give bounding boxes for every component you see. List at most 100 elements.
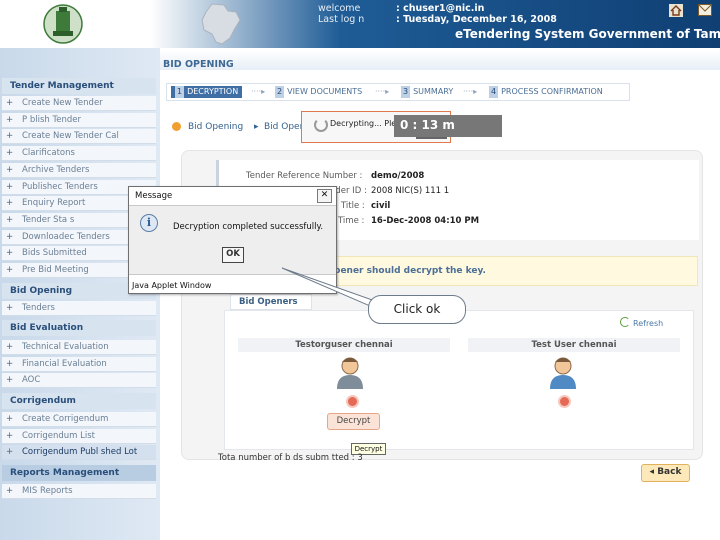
- tender-ref-value: demo/2008: [371, 171, 425, 181]
- sidebar-item-label: Pre Bid Meeting: [22, 265, 89, 275]
- sidebar-item-label: Publishec Tenders: [22, 182, 98, 192]
- home-icon[interactable]: [669, 4, 683, 17]
- tamil-nadu-emblem-logo: [43, 4, 83, 44]
- sidebar-item-label: Create New Tender: [22, 98, 103, 108]
- applet-window-label: Java Applet Window: [132, 281, 212, 290]
- tender-time-value: 16-Dec-2008 04:10 PM: [371, 216, 480, 226]
- step-arrow-icon: ····▸: [375, 87, 390, 96]
- dialog-close-button[interactable]: ✕: [317, 189, 332, 203]
- dialog-footer: Java Applet Window: [129, 274, 336, 293]
- sidebar-item-label: MIS Reports: [22, 486, 73, 496]
- sidebar-item-label: Clarificatons: [22, 148, 75, 158]
- page-title: BID OPENING: [163, 59, 234, 70]
- sidebar-item[interactable]: + Technical Evaluation: [2, 340, 156, 355]
- sidebar-section-heading[interactable]: Tender Management: [2, 78, 156, 94]
- step-number: 1: [175, 86, 185, 98]
- opener-name-2: Test User chennai: [468, 338, 680, 352]
- decryption-timer: 0 : 13 m: [394, 115, 502, 137]
- sidebar-section-heading[interactable]: Reports Management: [2, 465, 156, 481]
- last-login-label: Last log n: [318, 14, 365, 25]
- sidebar-item[interactable]: + Financial Evaluation: [2, 357, 156, 372]
- sidebar-item[interactable]: + P blish Tender: [2, 113, 156, 128]
- step-arrow-icon: ····▸: [463, 87, 478, 96]
- sidebar-item-label: Bids Submitted: [22, 248, 87, 258]
- sidebar-item-label: Corrigendum List: [22, 431, 95, 441]
- sidebar-item[interactable]: + Archive Tenders: [2, 163, 156, 178]
- total-bids-submitted: Tota number of b ds subm tted : 3: [218, 453, 363, 463]
- sidebar-item-label: Downloadec Tenders: [22, 232, 110, 242]
- info-icon: i: [140, 214, 158, 232]
- user-avatar-icon: [550, 357, 576, 389]
- step-view-documents[interactable]: 2 VIEW DOCUMENTS: [271, 86, 367, 98]
- sidebar-item[interactable]: + Create Corrigendum: [2, 412, 156, 427]
- tender-title-value: civil: [371, 201, 391, 211]
- sidebar-section-heading[interactable]: Corrigendum: [2, 393, 156, 409]
- tender-time-label: Time :: [338, 216, 365, 226]
- sidebar-item-label: Enquiry Report: [22, 198, 86, 208]
- tender-ref-label: Tender Reference Number :: [246, 171, 363, 181]
- step-number: 3: [401, 86, 411, 98]
- sidebar-item[interactable]: + Corrigendum Publ shed Lot: [2, 445, 156, 460]
- message-dialog: Message ✕ i Decryption completed success…: [128, 186, 337, 294]
- status-pending-icon: [560, 397, 569, 406]
- step-number: 4: [489, 86, 499, 98]
- plus-icon: +: [6, 98, 14, 108]
- plus-icon: +: [6, 148, 14, 158]
- sidebar-section-heading[interactable]: Bid Evaluation: [2, 320, 156, 336]
- plus-icon: +: [6, 232, 14, 242]
- last-login-value: : Tuesday, December 16, 2008: [396, 14, 557, 25]
- step-number: 2: [275, 86, 285, 98]
- step-label: PROCESS CONFIRMATION: [501, 87, 603, 96]
- sidebar-item-label: Tenders: [22, 303, 55, 313]
- refresh-icon: [620, 317, 630, 327]
- step-label: DECRYPTION: [187, 87, 239, 96]
- sidebar-item[interactable]: + AOC: [2, 373, 156, 388]
- system-title: eTendering System Government of Tamil Na: [455, 27, 720, 41]
- sidebar-item[interactable]: + Create New Tender: [2, 96, 156, 111]
- sidebar-item[interactable]: + Create New Tender Cal: [2, 129, 156, 144]
- mail-icon[interactable]: [698, 4, 712, 16]
- status-pending-icon: [348, 397, 357, 406]
- tab-bid-openers[interactable]: Bid Openers: [230, 294, 312, 310]
- dialog-titlebar: Message ✕: [129, 187, 336, 206]
- spinner-icon: [314, 118, 328, 132]
- welcome-label: welcome: [318, 3, 361, 14]
- timer-value: 0 : 13 m: [400, 118, 455, 132]
- plus-icon: +: [6, 165, 14, 175]
- sidebar-item-label: Create Corrigendum: [22, 414, 109, 424]
- step-decryption[interactable]: 1 DECRYPTION: [171, 86, 243, 98]
- refresh-link[interactable]: Refresh: [620, 317, 663, 328]
- plus-icon: +: [6, 486, 14, 496]
- sidebar-item[interactable]: + Tenders: [2, 301, 156, 316]
- back-button[interactable]: ◂ Back: [641, 464, 690, 482]
- instruction-callout: Click ok: [368, 295, 466, 324]
- step-label: SUMMARY: [413, 87, 454, 96]
- bid-openers-panel: [224, 310, 694, 450]
- sidebar-item[interactable]: + Clarificatons: [2, 146, 156, 161]
- sidebar-item-label: Archive Tenders: [22, 165, 90, 175]
- breadcrumb-separator-icon: ▸: [254, 122, 259, 132]
- sidebar-item-label: P blish Tender: [22, 115, 81, 125]
- sidebar-item-label: AOC: [22, 375, 41, 385]
- breadcrumb-bid-opening[interactable]: Bid Opening: [188, 122, 243, 132]
- plus-icon: +: [6, 431, 14, 441]
- breadcrumb-bullet-icon: [172, 122, 181, 131]
- sidebar-item[interactable]: + Corrigendum List: [2, 429, 156, 444]
- page-heading-bar: [160, 50, 720, 70]
- sidebar-item-label: Financial Evaluation: [22, 359, 107, 369]
- plus-icon: +: [6, 447, 14, 457]
- page-header: welcome : chuser1@nic.in Last log n : Tu…: [0, 0, 720, 48]
- decrypt-button[interactable]: Decrypt: [327, 413, 380, 430]
- plus-icon: +: [6, 215, 14, 225]
- step-process-confirmation[interactable]: 4 PROCESS CONFIRMATION: [485, 86, 607, 98]
- step-progress-bar: 1 DECRYPTION ····▸ 2 VIEW DOCUMENTS ····▸ …: [166, 83, 630, 101]
- sidebar-item-label: Corrigendum Publ shed Lot: [22, 447, 138, 457]
- sidebar-item[interactable]: + MIS Reports: [2, 484, 156, 499]
- step-summary[interactable]: 3 SUMMARY: [397, 86, 458, 98]
- dialog-title: Message: [135, 191, 173, 201]
- ok-button[interactable]: OK: [222, 247, 244, 263]
- plus-icon: +: [6, 342, 14, 352]
- plus-icon: +: [6, 375, 14, 385]
- user-avatar-icon: [337, 357, 363, 389]
- plus-icon: +: [6, 414, 14, 424]
